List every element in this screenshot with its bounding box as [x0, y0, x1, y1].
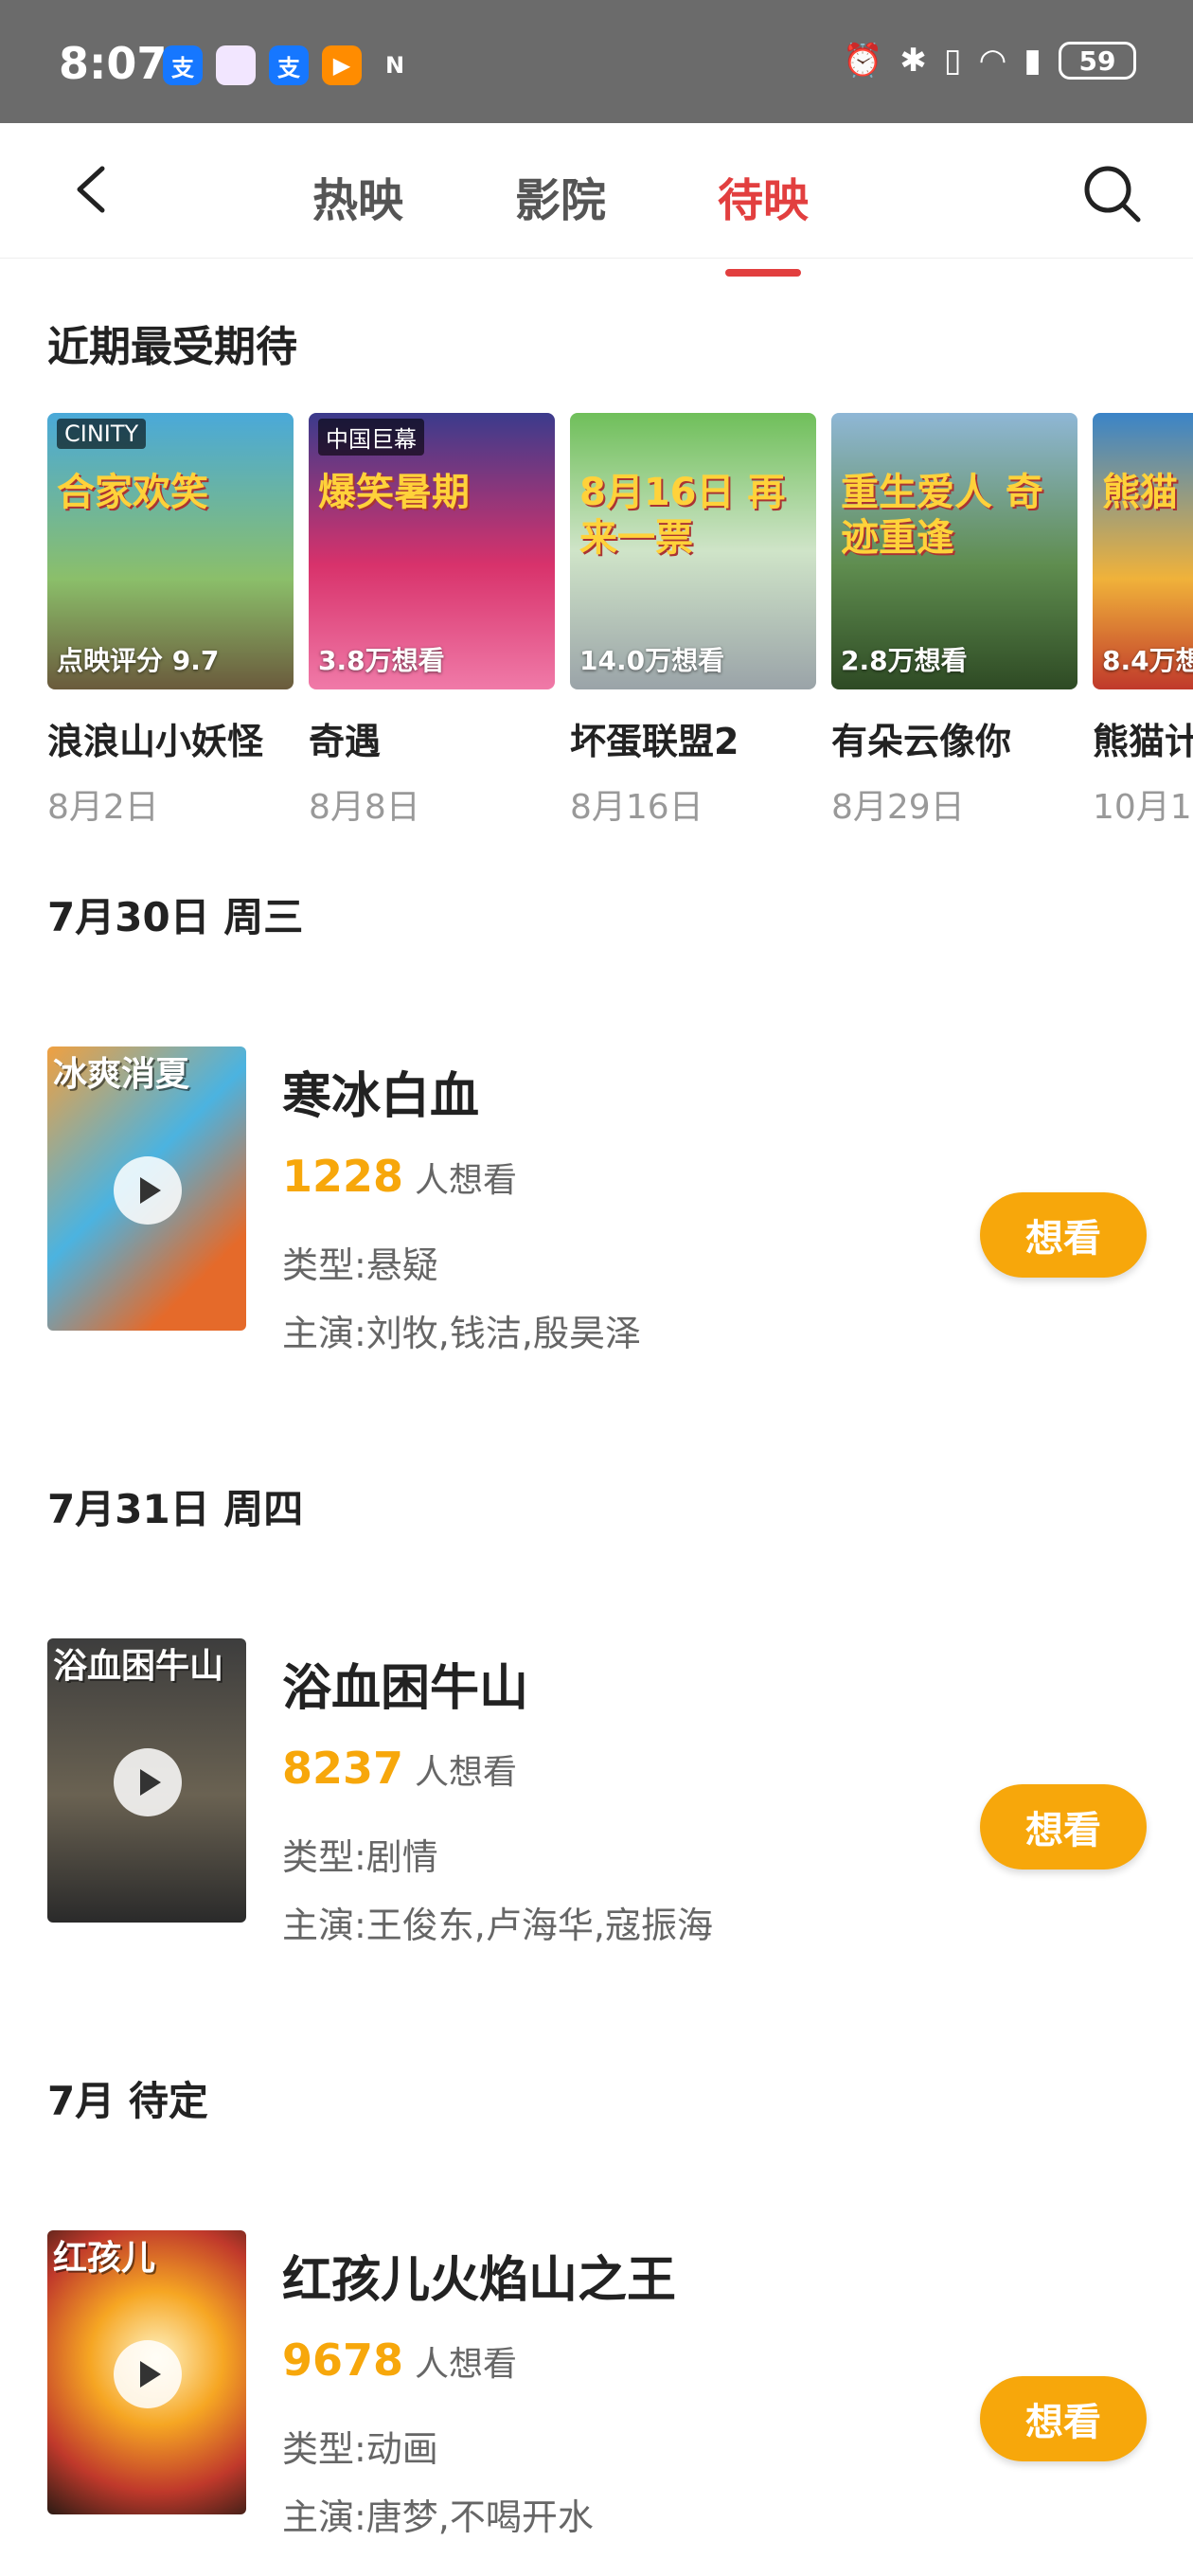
want-count: 9678 人想看 [282, 2334, 517, 2386]
signal-icon: ▮ [1024, 42, 1042, 80]
movie-title: 浴血困牛山 [282, 1660, 529, 1717]
poster-badge: 点映评分 9.7 [57, 645, 220, 676]
carousel-release-date: 8月8日 [309, 788, 420, 827]
carousel-poster[interactable]: 重生爱人 奇迹重逢 2.8万想看 [831, 413, 1077, 689]
date-header: 7月 待定 [47, 2078, 208, 2124]
tab-bar: 热映 影院 待映 [312, 163, 809, 277]
status-time: 8:07 [59, 38, 168, 89]
poster-badge: 2.8万想看 [841, 645, 968, 676]
video-app-icon: ▶ [322, 45, 362, 85]
date-header: 7月30日 周三 [47, 894, 304, 940]
poster-art-text: 爆笑暑期 [318, 471, 470, 514]
wifi-icon: ◠ [978, 42, 1007, 80]
poster-art-text: 红孩儿 [53, 2239, 156, 2278]
movie-row[interactable]: 冰爽消夏 寒冰白血 1228 人想看类型:悬疑主演:刘牧,钱洁,殷昊泽 想看 [47, 1046, 1147, 1354]
carousel-card[interactable]: 重生爱人 奇迹重逢 2.8万想看有朵云像你 8月29日 [831, 413, 1077, 829]
play-icon[interactable] [114, 1156, 182, 1225]
movie-genre: 类型:悬疑 [282, 1244, 438, 1286]
poster-art-text: 合家欢笑 [57, 471, 208, 514]
status-indicators: ⏰ ✱ ▯ ◠ ▮ 59 [843, 42, 1136, 80]
tab-2[interactable]: 待映 [718, 163, 809, 277]
carousel-poster[interactable]: 熊猫 8.4万想看 [1093, 413, 1193, 689]
carousel-movie-name: 有朵云像你 [831, 721, 1012, 762]
carousel-poster[interactable]: CINITY 合家欢笑点映评分 9.7 [47, 413, 294, 689]
flower-app-icon [216, 45, 256, 85]
status-app-icons: 支 支 ▶ N [163, 45, 415, 85]
play-icon[interactable] [114, 2340, 182, 2408]
movie-title: 红孩儿火焰山之王 [282, 2252, 677, 2309]
section-title: 近期最受期待 [47, 323, 297, 371]
poster-art-text: 重生爱人 奇迹重逢 [841, 471, 1043, 560]
battery-icon: 59 [1059, 42, 1136, 80]
want-to-see-button[interactable]: 想看 [980, 1784, 1147, 1869]
poster-badge: 3.8万想看 [318, 645, 445, 676]
movie-cast: 主演:唐梦,不喝开水 [282, 2496, 594, 2538]
carousel-movie-name: 浪浪山小妖怪 [47, 721, 264, 762]
alarm-icon: ⏰ [843, 42, 883, 80]
movie-cast: 主演:刘牧,钱洁,殷昊泽 [282, 1313, 641, 1354]
status-bar: 8:07 支 支 ▶ N ⏰ ✱ ▯ ◠ ▮ 59 [0, 0, 1193, 123]
poster-art-text: 冰爽消夏 [53, 1055, 190, 1094]
tab-0[interactable]: 热映 [312, 163, 403, 229]
carousel-card[interactable]: CINITY 合家欢笑点映评分 9.7 浪浪山小妖怪 8月2日 [47, 413, 294, 829]
top-nav: 热映 影院 待映 [0, 123, 1193, 277]
carousel-release-date: 8月29日 [831, 788, 965, 827]
want-count-label: 人想看 [415, 1161, 518, 1200]
movie-title: 寒冰白血 [282, 1068, 480, 1125]
movie-row[interactable]: 红孩儿 红孩儿火焰山之王 9678 人想看类型:动画主演:唐梦,不喝开水 想看 [47, 2230, 1147, 2538]
carousel-release-date: 10月1日 [1093, 788, 1193, 827]
most-anticipated-carousel[interactable]: CINITY 合家欢笑点映评分 9.7 浪浪山小妖怪 8月2日 中国巨幕爆笑暑期 3.8万… [47, 413, 1193, 830]
tab-1[interactable]: 影院 [515, 163, 606, 229]
want-count: 1228 人想看 [282, 1151, 517, 1202]
poster-tag: 中国巨幕 [318, 419, 424, 456]
want-to-see-button[interactable]: 想看 [980, 1192, 1147, 1278]
want-to-see-button[interactable]: 想看 [980, 2376, 1147, 2461]
date-header: 7月31日 周四 [47, 1486, 304, 1532]
movie-poster[interactable]: 浴血困牛山 [47, 1638, 246, 1923]
carousel-card[interactable]: 8月16日 再来一票 14.0万想看坏蛋联盟2 8月16日 [570, 413, 816, 829]
movie-poster[interactable]: 冰爽消夏 [47, 1046, 246, 1331]
want-count-label: 人想看 [415, 1753, 518, 1792]
carousel-card[interactable]: 熊猫 8.4万想看熊猫计划 10月1日 [1093, 413, 1193, 829]
alipay-icon: 支 [269, 45, 309, 85]
carousel-card[interactable]: 中国巨幕爆笑暑期 3.8万想看奇遇 8月8日 [309, 413, 555, 829]
poster-badge: 8.4万想看 [1102, 645, 1193, 676]
search-icon[interactable] [1079, 161, 1146, 227]
movie-genre: 类型:剧情 [282, 1836, 438, 1878]
back-arrow-icon[interactable] [66, 161, 123, 218]
carousel-poster[interactable]: 中国巨幕爆笑暑期 3.8万想看 [309, 413, 555, 689]
movie-poster[interactable]: 红孩儿 [47, 2230, 246, 2514]
nfc-icon: N [384, 52, 405, 79]
carousel-movie-name: 坏蛋联盟2 [570, 721, 739, 762]
poster-art-text: 熊猫 [1102, 471, 1178, 514]
movie-genre: 类型:动画 [282, 2428, 438, 2470]
want-count-number: 8237 [282, 1743, 404, 1794]
poster-tag: CINITY [57, 419, 147, 449]
carousel-release-date: 8月2日 [47, 788, 159, 827]
poster-art-text: 浴血困牛山 [53, 1647, 224, 1686]
movie-cast: 主演:王俊东,卢海华,寇振海 [282, 1905, 713, 1946]
want-count-label: 人想看 [415, 2345, 518, 2384]
carousel-release-date: 8月16日 [570, 788, 703, 827]
carousel-movie-name: 奇遇 [309, 721, 382, 762]
carousel-movie-name: 熊猫计划 [1093, 721, 1193, 762]
want-count: 8237 人想看 [282, 1743, 517, 1794]
play-icon[interactable] [114, 1748, 182, 1816]
alipay-icon: 支 [163, 45, 203, 85]
carousel-poster[interactable]: 8月16日 再来一票 14.0万想看 [570, 413, 816, 689]
want-count-number: 1228 [282, 1151, 404, 1202]
poster-art-text: 8月16日 再来一票 [579, 471, 786, 560]
movie-row[interactable]: 浴血困牛山 浴血困牛山 8237 人想看类型:剧情主演:王俊东,卢海华,寇振海 想看 [47, 1638, 1147, 1946]
bluetooth-icon: ✱ [899, 42, 927, 80]
poster-badge: 14.0万想看 [579, 645, 725, 676]
want-count-number: 9678 [282, 2334, 404, 2386]
vibrate-icon: ▯ [943, 42, 962, 80]
